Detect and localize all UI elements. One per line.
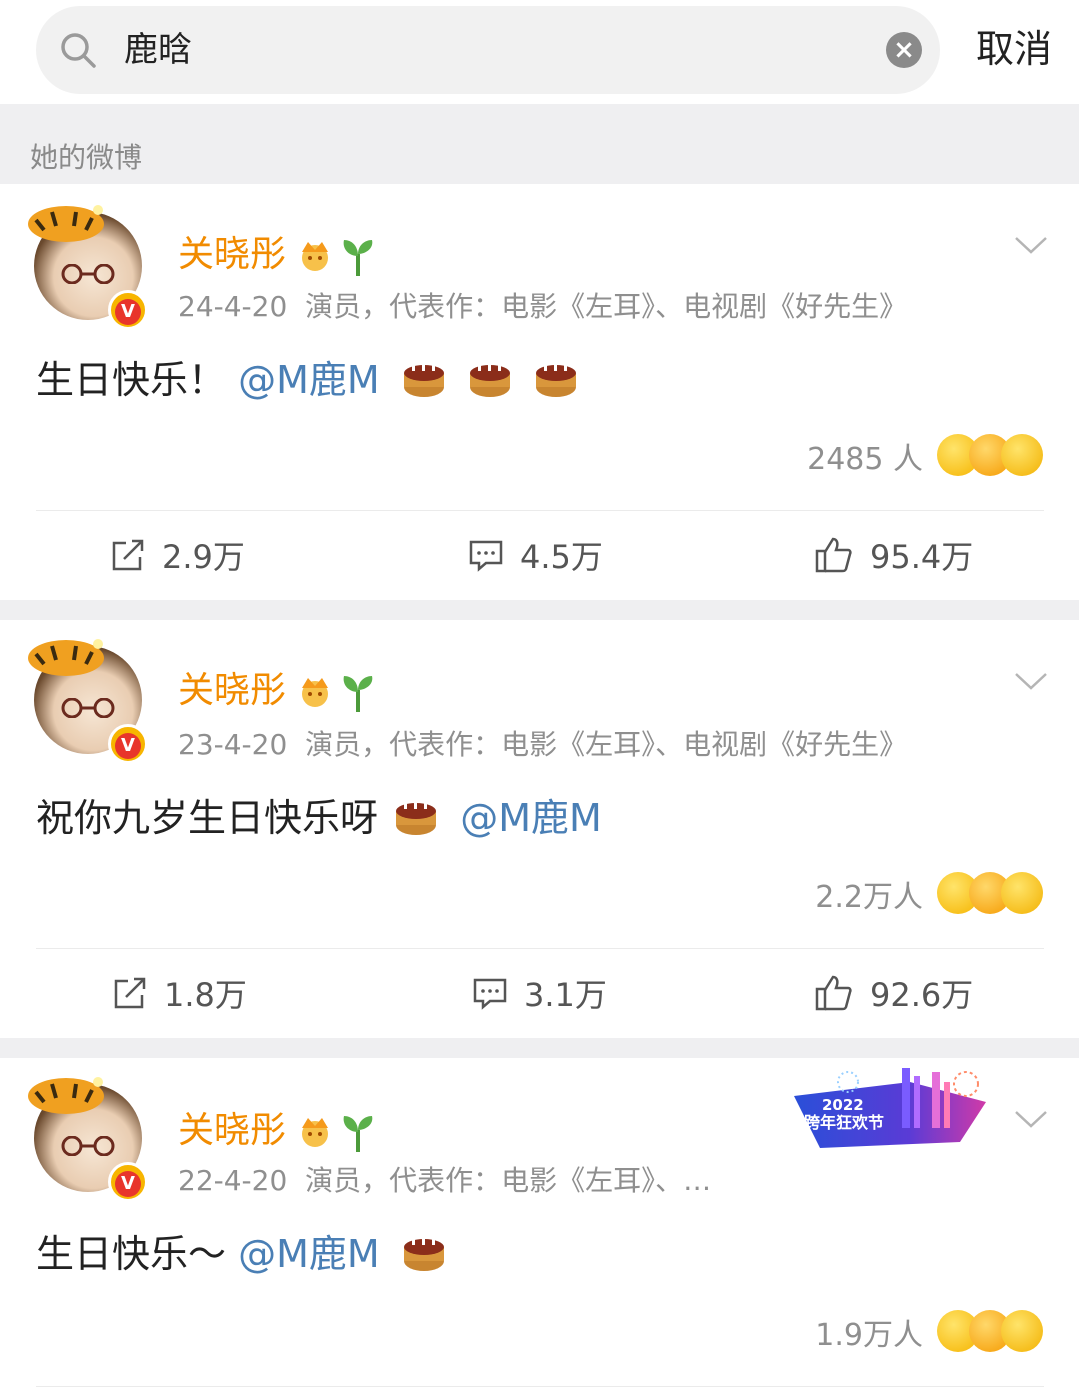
post-gap [0, 1038, 1079, 1058]
user-bio: 演员，代表作：电影《左耳》、电视剧《好先生》 [305, 728, 908, 761]
comment-button[interactable]: 4.5万 [468, 510, 603, 600]
sprout-icon [343, 1116, 373, 1152]
post-meta: 22-4-20 演员，代表作：电影《左耳》、… [178, 1162, 711, 1200]
reaction-count: 2.2万人 [815, 880, 923, 915]
comment-count: 4.5万 [520, 538, 603, 576]
repost-button[interactable]: 1.8万 [112, 948, 247, 1038]
post-text: 祝你九岁生日快乐呀 [36, 796, 379, 840]
mention-link[interactable]: @M鹿M [460, 796, 602, 840]
user-bio: 演员，代表作：电影《左耳》、电视剧《好先生》 [305, 290, 908, 323]
like-button[interactable]: 95.4万 [814, 510, 973, 600]
repost-icon [114, 977, 146, 1009]
avatar[interactable]: V [28, 639, 148, 764]
username[interactable]: 关晓彤 [178, 1108, 286, 1154]
chevron-down-icon[interactable] [1014, 1108, 1048, 1130]
cake-icon [535, 357, 576, 397]
avatar[interactable]: V [28, 205, 148, 330]
comment-button[interactable]: 3.1万 [472, 948, 607, 1038]
comment-icon [469, 540, 503, 572]
divider [36, 1386, 1044, 1387]
glasses-icon [61, 1136, 115, 1156]
tiger-ears-icon [28, 1077, 104, 1114]
crown-icon [302, 1118, 328, 1147]
festival-banner-icon[interactable]: 2022 跨年狂欢节 [790, 1062, 990, 1148]
reaction-count: 2485 人 [807, 442, 923, 477]
verified-icon: V [108, 724, 148, 764]
tiger-ears-icon [28, 205, 104, 242]
section-header: 她的微博 [0, 104, 1079, 184]
weibo-post[interactable]: V 关晓彤 24-4-20 演员，代表作：电影《左耳》、电视剧《好先生》 生日快… [0, 184, 1079, 600]
repost-icon [112, 539, 144, 571]
sprout-icon [343, 240, 373, 276]
post-text: 生日快乐～ [36, 1232, 227, 1276]
crown-icon [302, 678, 328, 707]
cake-icon [396, 795, 437, 835]
like-icon [815, 537, 852, 573]
like-count: 92.6万 [870, 976, 974, 1014]
avatar[interactable]: V [28, 1077, 148, 1202]
surprise-emoji-icon [1001, 434, 1043, 476]
repost-button[interactable]: 2.9万 [110, 510, 245, 600]
cake-icon [469, 357, 510, 397]
verified-icon: V [108, 1162, 148, 1202]
repost-count: 2.9万 [162, 538, 245, 576]
glasses-icon [61, 264, 115, 284]
post-date: 24-4-20 [178, 290, 288, 323]
search-header: 鹿晗 × 取消 [0, 0, 1079, 104]
cancel-button[interactable]: 取消 [976, 24, 1052, 74]
reaction-summary[interactable]: 2.2万人 [815, 872, 1043, 916]
cake-icon [403, 1231, 444, 1271]
cake-icon [403, 357, 444, 397]
post-date: 22-4-20 [178, 1164, 288, 1197]
chevron-down-icon[interactable] [1014, 670, 1048, 692]
tiger-ears-icon [28, 639, 104, 676]
post-content: 祝你九岁生日快乐呀 @M鹿M [36, 792, 602, 844]
chevron-down-icon[interactable] [1014, 234, 1048, 256]
search-icon [61, 33, 96, 68]
surprise-emoji-icon [1001, 1310, 1043, 1352]
action-row: 2.9万 4.5万 95.4万 [0, 510, 1079, 600]
mention-link[interactable]: @M鹿M [238, 1232, 380, 1276]
post-meta: 24-4-20 演员，代表作：电影《左耳》、电视剧《好先生》 [178, 288, 907, 326]
sprout-icon [343, 676, 373, 712]
username[interactable]: 关晓彤 [178, 232, 286, 278]
comment-icon [473, 978, 507, 1010]
like-icon [815, 975, 852, 1011]
like-count: 95.4万 [870, 538, 974, 576]
reaction-count: 1.9万人 [815, 1318, 923, 1353]
search-box[interactable]: 鹿晗 × [36, 6, 940, 94]
reaction-summary[interactable]: 2485 人 [807, 434, 1043, 478]
reaction-summary[interactable]: 1.9万人 [815, 1310, 1043, 1354]
banner-year: 2022 [822, 1096, 864, 1114]
post-content: 生日快乐！ @M鹿M [36, 354, 578, 406]
crown-icon [302, 242, 328, 271]
clear-icon[interactable]: × [886, 32, 922, 68]
like-button[interactable]: 92.6万 [814, 948, 973, 1038]
comment-count: 3.1万 [524, 976, 607, 1014]
mention-link[interactable]: @M鹿M [238, 358, 380, 402]
user-bio: 演员，代表作：电影《左耳》、… [305, 1164, 712, 1197]
surprise-emoji-icon [1001, 872, 1043, 914]
section-title: 她的微博 [30, 141, 143, 174]
glasses-icon [61, 698, 115, 718]
post-content: 生日快乐～ @M鹿M [36, 1228, 446, 1280]
weibo-post[interactable]: V 关晓彤 23-4-20 演员，代表作：电影《左耳》、电视剧《好先生》 祝你九… [0, 620, 1079, 1038]
post-meta: 23-4-20 演员，代表作：电影《左耳》、电视剧《好先生》 [178, 726, 907, 764]
post-date: 23-4-20 [178, 728, 288, 761]
post-text: 生日快乐！ [36, 358, 227, 402]
search-input[interactable]: 鹿晗 [124, 28, 192, 72]
banner-text: 跨年狂欢节 [804, 1113, 884, 1132]
repost-count: 1.8万 [164, 976, 247, 1014]
post-gap [0, 600, 1079, 620]
verified-icon: V [108, 290, 148, 330]
action-row: 1.8万 3.1万 92.6万 [0, 948, 1079, 1038]
username[interactable]: 关晓彤 [178, 668, 286, 714]
